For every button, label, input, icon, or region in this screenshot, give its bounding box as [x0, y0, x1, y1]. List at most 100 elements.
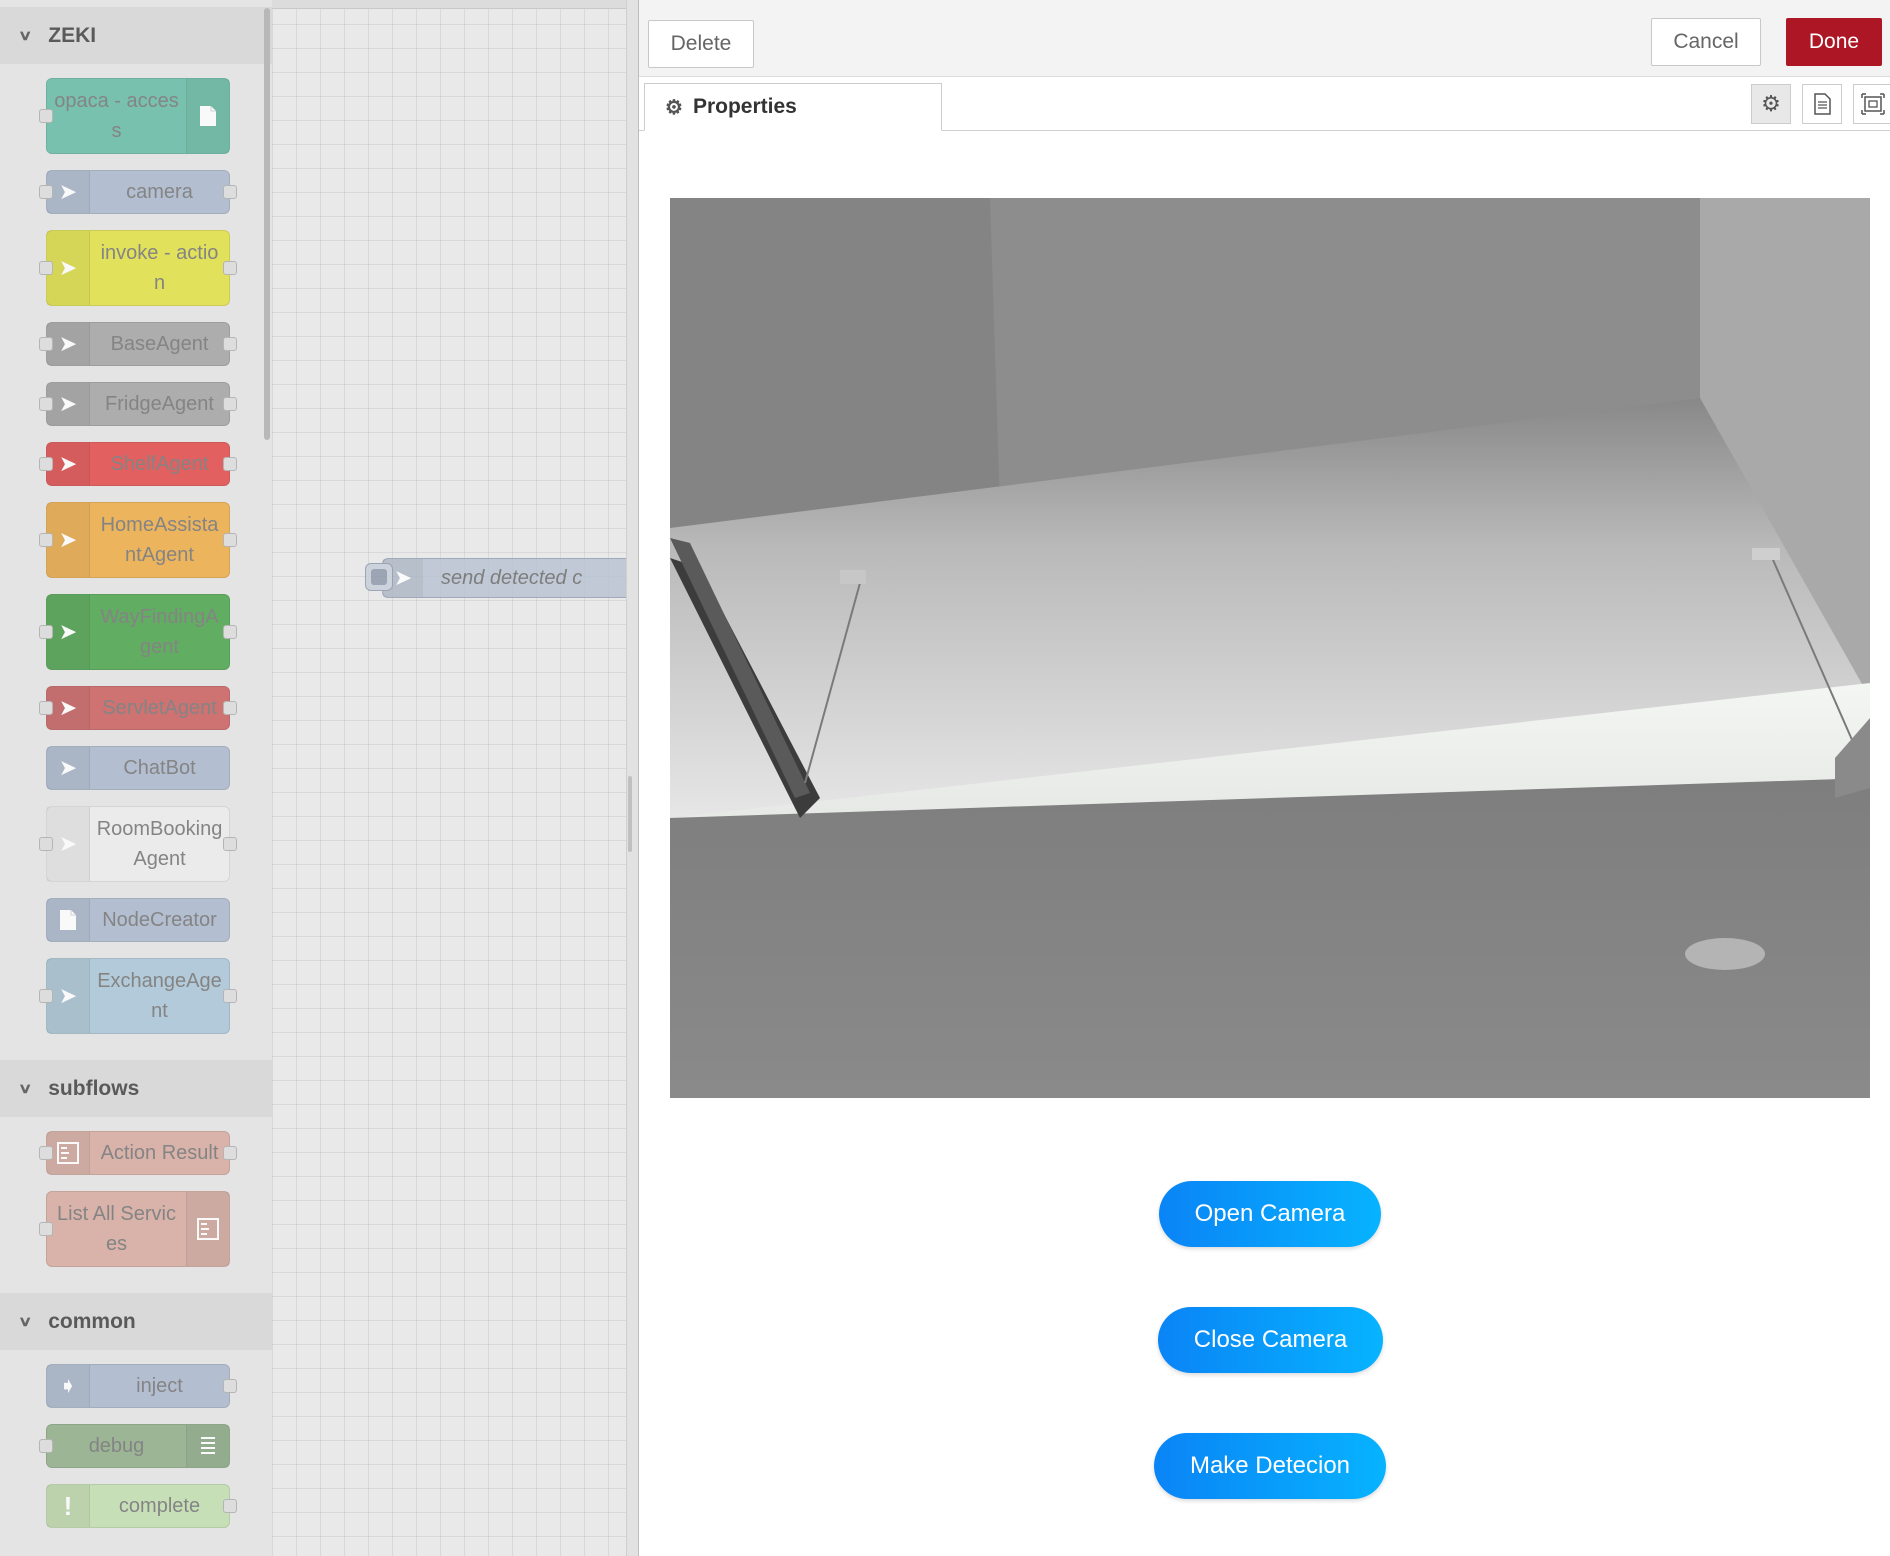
arrow-icon: ➤ [47, 171, 90, 213]
palette-node-label: RoomBookingAgent [96, 818, 223, 870]
output-port[interactable] [223, 837, 237, 851]
palette-node-label: ShelfAgent [110, 453, 209, 475]
palette-node-roombookingagent[interactable]: ➤ RoomBookingAgent [39, 806, 237, 882]
flow-node-input-port[interactable] [365, 563, 393, 591]
input-port[interactable] [39, 1146, 53, 1160]
palette-node-servletagent[interactable]: ➤ ServletAgent [39, 686, 237, 730]
tray-resize-handle[interactable] [628, 776, 632, 852]
output-port[interactable] [223, 397, 237, 411]
palette-node-wayfindingagent[interactable]: ➤ WayFindingAgent [39, 594, 237, 670]
palette-section-subflows: ∨ subflows Action Result List All Services [0, 1060, 272, 1293]
gear-icon: ⚙ [665, 96, 683, 119]
input-port[interactable] [39, 837, 53, 851]
delete-button[interactable]: Delete [648, 20, 754, 68]
palette-node-nodecreator[interactable]: NodeCreator [46, 898, 230, 942]
palette-node-list-all-services[interactable]: List All Services [39, 1191, 230, 1267]
open-camera-button[interactable]: Open Camera [1159, 1181, 1381, 1247]
appearance-icon[interactable] [1853, 84, 1890, 124]
palette-node-opaca-access[interactable]: opaca - access [39, 78, 230, 154]
palette-node-debug[interactable]: debug [39, 1424, 230, 1468]
arrow-icon: ➤ [47, 503, 90, 577]
file-icon [47, 899, 90, 941]
palette-section-header[interactable]: ∨ ZEKI [0, 7, 272, 64]
flow-node-send-detected[interactable]: ➤ send detected c [365, 558, 636, 598]
palette-node-label: ChatBot [123, 757, 196, 779]
palette-node-label: BaseAgent [110, 333, 209, 355]
output-port[interactable] [223, 457, 237, 471]
palette-section-title: common [48, 1309, 136, 1333]
palette-node-label: debug [88, 1435, 145, 1457]
close-camera-button[interactable]: Close Camera [1158, 1307, 1383, 1373]
input-port[interactable] [39, 701, 53, 715]
input-port[interactable] [39, 1222, 53, 1236]
palette-node-homeassistantagent[interactable]: ➤ HomeAssistantAgent [39, 502, 237, 578]
output-port[interactable] [223, 185, 237, 199]
palette-node-fridgeagent[interactable]: ➤ FridgeAgent [39, 382, 237, 426]
arrow-icon: ➤ [47, 443, 90, 485]
palette-node-label: HomeAssistantAgent [100, 514, 219, 566]
palette-node-inject[interactable]: ➧ inject [46, 1364, 237, 1408]
tab-properties[interactable]: ⚙ Properties [644, 83, 942, 131]
done-button[interactable]: Done [1786, 18, 1882, 66]
input-port[interactable] [39, 109, 53, 123]
chevron-down-icon: ∨ [17, 1313, 33, 1329]
input-port[interactable] [39, 261, 53, 275]
subflow-icon [186, 1192, 229, 1266]
camera-feed-image [670, 198, 1870, 1098]
output-port[interactable] [223, 701, 237, 715]
palette-node-invoke-action[interactable]: ➤ invoke - action [39, 230, 237, 306]
output-port[interactable] [223, 1379, 237, 1393]
tray-tabs: ⚙ Properties ⚙ [639, 76, 1890, 131]
workspace-tab-bar [272, 0, 636, 9]
input-port[interactable] [39, 989, 53, 1003]
palette-node-camera[interactable]: ➤ camera [39, 170, 237, 214]
palette-section-body: Action Result List All Services [0, 1117, 272, 1293]
description-icon[interactable] [1802, 84, 1842, 124]
palette-section-header[interactable]: ∨ common [0, 1293, 272, 1350]
palette-node-complete[interactable]: ! complete [46, 1484, 237, 1528]
palette-section-header[interactable]: ∨ subflows [0, 1060, 272, 1117]
palette-node-chatbot[interactable]: ➤ ChatBot [46, 746, 230, 790]
chevron-down-icon: ∨ [17, 1080, 33, 1096]
palette-node-label: opaca - access [54, 90, 179, 142]
palette-node-exchangeagent[interactable]: ➤ ExchangeAgent [39, 958, 237, 1034]
make-detection-button[interactable]: Make Detecion [1154, 1433, 1386, 1499]
input-port[interactable] [39, 337, 53, 351]
chevron-down-icon: ∨ [17, 27, 33, 43]
arrow-icon: ➤ [47, 959, 90, 1033]
output-port[interactable] [223, 1146, 237, 1160]
input-port[interactable] [39, 533, 53, 547]
output-port[interactable] [223, 533, 237, 547]
palette-node-label: ExchangeAgent [97, 970, 222, 1022]
palette-node-label: invoke - action [100, 242, 219, 294]
palette-section-title: subflows [48, 1076, 140, 1100]
palette-node-label: inject [136, 1375, 183, 1397]
input-port[interactable] [39, 397, 53, 411]
palette-node-action-result[interactable]: Action Result [39, 1131, 237, 1175]
input-port[interactable] [39, 1439, 53, 1453]
output-port[interactable] [223, 261, 237, 275]
input-port[interactable] [39, 185, 53, 199]
output-port[interactable] [223, 989, 237, 1003]
palette-scrollbar[interactable] [264, 8, 270, 440]
output-port[interactable] [223, 1499, 237, 1513]
palette-node-label: NodeCreator [102, 909, 217, 931]
tray-toolbar: Delete Cancel Done [639, 0, 1890, 77]
flow-workspace[interactable]: ➤ send detected c [272, 0, 636, 1556]
arrow-icon: ➤ [47, 231, 90, 305]
settings-gear-icon[interactable]: ⚙ [1751, 84, 1791, 124]
palette-node-shelfagent[interactable]: ➤ ShelfAgent [39, 442, 237, 486]
palette-section-common: ∨ common ➧ inject debug ! complete [0, 1293, 272, 1554]
input-port[interactable] [39, 625, 53, 639]
inject-icon: ➧ [47, 1365, 90, 1407]
arrow-icon: ➤ [47, 687, 90, 729]
cancel-button[interactable]: Cancel [1651, 18, 1761, 66]
palette-section-body: ➧ inject debug ! complete [0, 1350, 272, 1554]
palette-node-baseagent[interactable]: ➤ BaseAgent [39, 322, 237, 366]
palette-node-label: WayFindingAgent [100, 606, 219, 658]
arrow-icon: ➤ [47, 383, 90, 425]
palette-node-label: complete [118, 1495, 201, 1517]
output-port[interactable] [223, 337, 237, 351]
input-port[interactable] [39, 457, 53, 471]
output-port[interactable] [223, 625, 237, 639]
